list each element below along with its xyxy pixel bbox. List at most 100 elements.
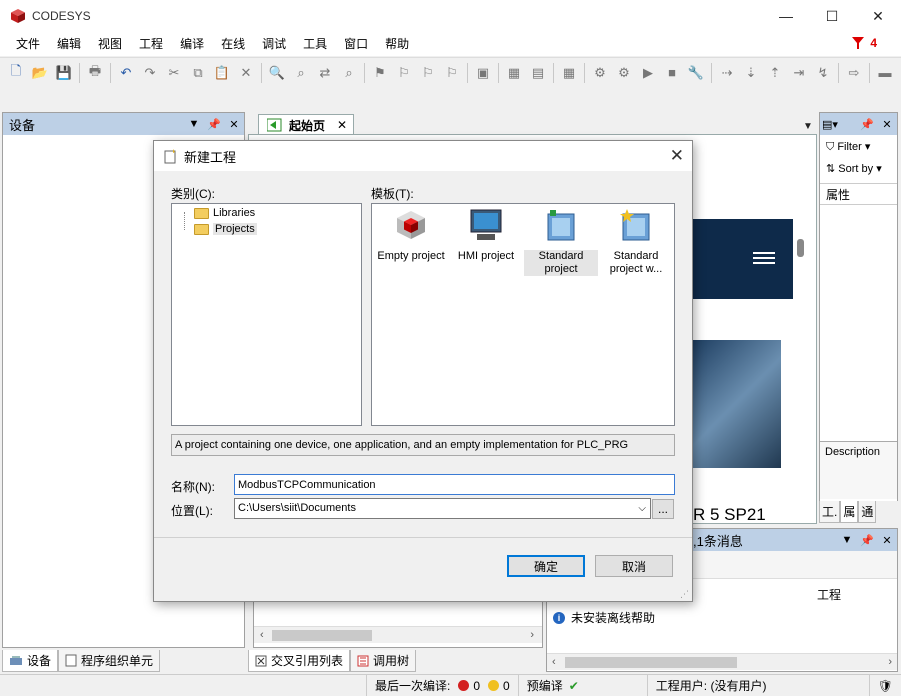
tab-crossref[interactable]: 交叉引用列表 — [248, 650, 351, 672]
menu-file[interactable]: 文件 — [8, 32, 49, 56]
start-page-icon — [267, 118, 282, 132]
pin-icon[interactable]: 📌 — [857, 534, 877, 547]
start-icon[interactable]: ▶ — [638, 63, 658, 83]
ok-button[interactable]: 确定 — [507, 555, 585, 577]
resize-grip-icon[interactable]: ⋰ — [680, 589, 689, 600]
bookmark-clear-icon[interactable]: ⚐ — [442, 63, 462, 83]
stop-icon[interactable]: ■ — [662, 63, 682, 83]
template-hmi-project[interactable]: HMI project — [449, 208, 523, 263]
step-into-icon[interactable]: ⇣ — [741, 63, 761, 83]
toggle-breakpoint-icon[interactable]: ↯ — [813, 63, 833, 83]
category-libraries-label: Libraries — [213, 207, 256, 219]
tab-properties[interactable]: 属 — [840, 501, 859, 523]
toolbar-separator — [110, 62, 111, 83]
find-previous-icon[interactable]: ⌕ — [339, 63, 359, 83]
menu-debug[interactable]: 调试 — [254, 32, 295, 56]
template-empty-project[interactable]: Empty project — [374, 208, 448, 263]
messages-indicator[interactable]: 4 — [851, 36, 877, 50]
close-tab-icon[interactable]: ✕ — [337, 118, 347, 132]
delete-icon[interactable]: ✕ — [236, 63, 256, 83]
rebuild-icon[interactable]: ▤ — [528, 63, 548, 83]
minimize-button[interactable]: — — [763, 0, 809, 32]
step-out-icon[interactable]: ⇡ — [765, 63, 785, 83]
browse-button[interactable]: ... — [652, 499, 674, 519]
undo-icon[interactable]: ↶ — [116, 63, 136, 83]
tab-calltree[interactable]: 调用树 — [350, 650, 417, 672]
dialog-close-button[interactable]: ✕ — [670, 146, 684, 166]
menu-build[interactable]: 编译 — [172, 32, 213, 56]
properties-header: 属性 — [820, 183, 897, 205]
close-icon[interactable]: ✕ — [224, 118, 244, 131]
bookmark-next-icon[interactable]: ⚐ — [394, 63, 414, 83]
menu-edit[interactable]: 编辑 — [49, 32, 90, 56]
template-standard-project-with[interactable]: Standard project w... — [599, 208, 673, 276]
maximize-button[interactable]: ☐ — [809, 0, 855, 32]
menu-online[interactable]: 在线 — [213, 32, 254, 56]
pin-icon[interactable]: 📌 — [204, 118, 224, 131]
forward-icon[interactable]: ⇨ — [844, 63, 864, 83]
close-window-button[interactable]: ✕ — [855, 0, 901, 32]
new-file-icon[interactable]: 🗋 — [6, 63, 26, 83]
reset-icon[interactable]: 🔧 — [686, 63, 706, 83]
print-icon[interactable]: 🖶 — [85, 63, 105, 83]
category-libraries[interactable]: Libraries — [194, 207, 255, 219]
save-icon[interactable]: 💾 — [54, 63, 74, 83]
login-icon[interactable]: ⚙ — [590, 63, 610, 83]
menu-tools[interactable]: 工具 — [295, 32, 336, 56]
open-folder-icon[interactable]: 📂 — [30, 63, 50, 83]
tab-property-pages[interactable]: 工. — [819, 501, 841, 523]
sort-by-button[interactable]: ⇅ Sort by ▾ — [826, 162, 882, 175]
tab-start-page[interactable]: 起始页 ✕ — [258, 114, 354, 135]
security-shield-icon[interactable]: 🛡 — [868, 674, 901, 696]
cancel-button[interactable]: 取消 — [595, 555, 673, 577]
pin-icon[interactable]: 📌 — [857, 118, 877, 131]
copy-icon[interactable]: ⧉ — [188, 63, 208, 83]
doc-tabs-dropdown-icon[interactable]: ▼ — [798, 116, 818, 136]
find-next-icon[interactable]: ⌕ — [291, 63, 311, 83]
step-over-icon[interactable]: ⇢ — [717, 63, 737, 83]
menu-view[interactable]: 视图 — [90, 32, 131, 56]
bookmark-prev-icon[interactable]: ⚐ — [418, 63, 438, 83]
dialog-divider — [154, 537, 692, 538]
logout-icon[interactable]: ⚙ — [614, 63, 634, 83]
grid-icon[interactable]: ▦ — [559, 63, 579, 83]
checkmark-icon: ✔ — [568, 678, 579, 693]
template-standard-project[interactable]: Standard project — [524, 208, 598, 276]
crossref-hscrollbar[interactable]: ‹ › — [254, 626, 542, 643]
hamburger-menu-icon[interactable] — [753, 252, 775, 264]
category-projects[interactable]: Projects — [194, 223, 257, 235]
paste-icon[interactable]: 📋 — [212, 63, 232, 83]
cut-icon[interactable]: ✂ — [164, 63, 184, 83]
chevron-down-icon[interactable]: ⌵ — [638, 499, 646, 518]
find-icon[interactable]: 🔍 — [267, 63, 287, 83]
templates-list: Empty project HMI project Standard proje… — [371, 203, 675, 426]
monitor-icon[interactable]: ▬ — [875, 63, 895, 83]
messages-hscrollbar[interactable]: ‹ › — [547, 653, 897, 670]
start-page-vscrollbar[interactable] — [797, 227, 805, 517]
last-build-status: 最后一次编译: 0 0 — [366, 674, 518, 696]
location-combobox[interactable]: C:\Users\siit\Documents ⌵ — [234, 498, 651, 519]
tab-pou[interactable]: 程序组织单元 — [58, 650, 161, 672]
dropdown-arrow-icon[interactable]: ▼ — [184, 118, 204, 131]
redo-icon[interactable]: ↷ — [140, 63, 160, 83]
center-bottom-tabs: 交叉引用列表 调用树 — [248, 650, 544, 672]
menu-project[interactable]: 工程 — [131, 32, 172, 56]
run-to-cursor-icon[interactable]: ⇥ — [789, 63, 809, 83]
close-icon[interactable]: ✕ — [877, 534, 897, 547]
window-icon[interactable]: ▣ — [473, 63, 493, 83]
toolbar-separator — [79, 62, 80, 83]
message-row[interactable]: i 未安装离线帮助 — [553, 609, 655, 626]
dropdown-arrow-icon[interactable]: ▼ — [837, 534, 857, 547]
warning-icon — [488, 680, 500, 691]
filter-button[interactable]: ⛉ Filter ▾ — [826, 140, 870, 154]
dialog-title-bar: 新建工程 — [154, 141, 692, 171]
replace-icon[interactable]: ⇄ — [315, 63, 335, 83]
bookmark-icon[interactable]: ⚑ — [370, 63, 390, 83]
project-name-input[interactable] — [234, 474, 675, 495]
build-icon[interactable]: ▦ — [504, 63, 524, 83]
tab-devices[interactable]: 设备 — [2, 650, 59, 672]
menu-window[interactable]: 窗口 — [336, 32, 377, 56]
tab-communication[interactable]: 通 — [858, 501, 877, 523]
close-icon[interactable]: ✕ — [877, 118, 897, 131]
menu-help[interactable]: 帮助 — [377, 32, 418, 56]
